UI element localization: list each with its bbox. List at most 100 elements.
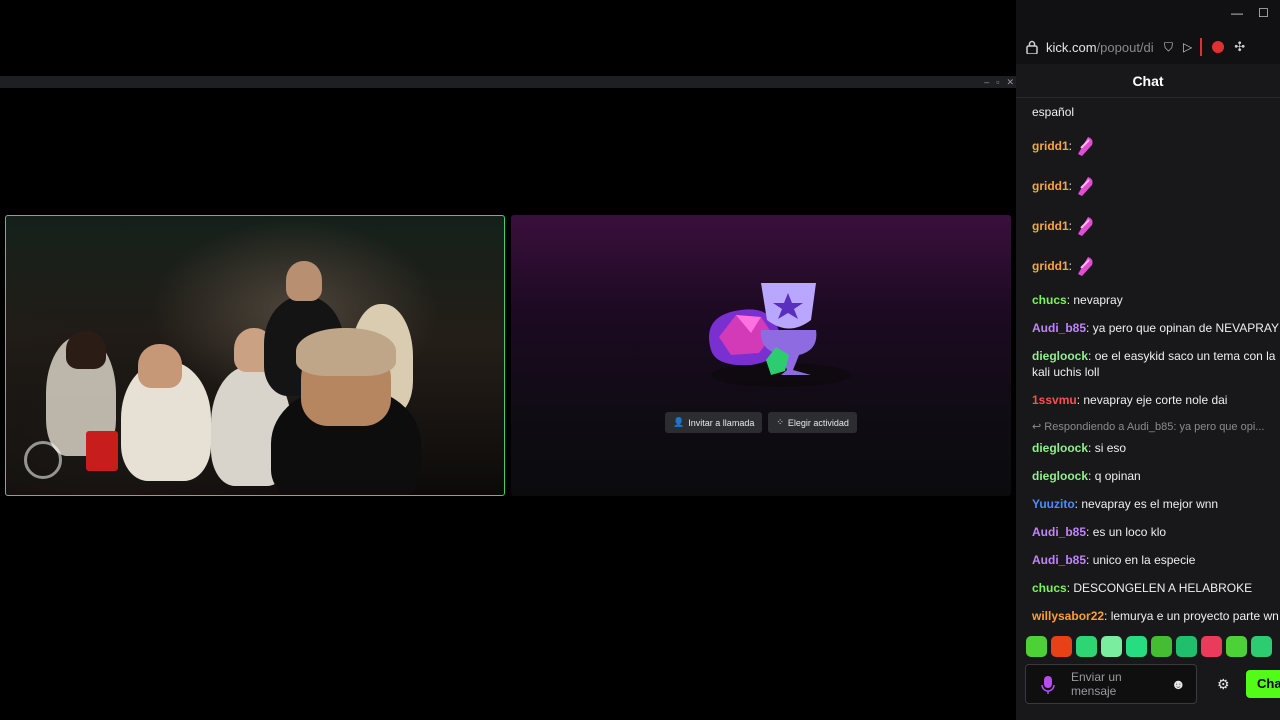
emoji-icon[interactable]: ☻ bbox=[1171, 676, 1186, 692]
red-cup bbox=[86, 431, 118, 471]
chat-username[interactable]: Audi_b85 bbox=[1032, 321, 1086, 335]
url-text[interactable]: kick.com/popout/di bbox=[1046, 40, 1156, 55]
chat-colon: : bbox=[1088, 349, 1095, 363]
chat-username[interactable]: Audi_b85 bbox=[1032, 525, 1086, 539]
invite-to-call-button[interactable]: 👤 Invitar a llamada bbox=[665, 412, 763, 433]
person-silhouette bbox=[66, 331, 106, 369]
pink-sticker-emote bbox=[1078, 217, 1093, 236]
chat-title: Chat bbox=[1016, 64, 1280, 98]
chat-username[interactable]: Audi_b85 bbox=[1032, 553, 1086, 567]
chat-message: chucs: DESCONGELEN A HELABROKE bbox=[1032, 574, 1280, 602]
chat-message: gridd1: bbox=[1032, 126, 1280, 166]
emote-button[interactable] bbox=[1126, 636, 1147, 657]
chat-message: diegloock: oe el easykid saco un tema co… bbox=[1032, 342, 1280, 386]
send-chat-button[interactable]: Chat bbox=[1246, 670, 1280, 698]
chat-username[interactable]: diegloock bbox=[1032, 441, 1088, 455]
chat-username[interactable]: willysabor22 bbox=[1032, 609, 1104, 623]
close-icon[interactable]: ✕ bbox=[1006, 77, 1014, 88]
pink-sticker-emote bbox=[1078, 177, 1093, 196]
chat-text: ya pero que opinan de NEVAPRAY bbox=[1092, 321, 1280, 335]
chat-username[interactable]: chucs bbox=[1032, 293, 1067, 307]
emote-button[interactable] bbox=[1176, 636, 1197, 657]
chat-message: Audi_b85: ya pero que opinan de NEVAPRAY bbox=[1032, 314, 1280, 342]
url-path: /popout/di bbox=[1096, 39, 1154, 55]
chat-username[interactable]: chucs bbox=[1032, 581, 1067, 595]
chat-colon: : bbox=[1086, 525, 1093, 539]
chat-message: diegloock: si eso bbox=[1032, 434, 1280, 462]
chat-message: willysabor22: lemurya e un proyecto part… bbox=[1032, 602, 1280, 628]
chat-colon: : bbox=[1086, 321, 1093, 335]
chat-message: gridd1: bbox=[1032, 166, 1280, 206]
reply-context: ↩ Respondiendo a Audi_b85: ya pero que o… bbox=[1032, 421, 1265, 433]
chat-username[interactable]: Yuuzito bbox=[1032, 497, 1075, 511]
invite-to-call-label: Invitar a llamada bbox=[688, 417, 755, 428]
address-bar[interactable]: kick.com/popout/di ⛉ ▷ ✣ bbox=[1016, 30, 1280, 64]
chat-username[interactable]: 1ssvmu bbox=[1032, 393, 1077, 407]
extensions-icon[interactable]: ✣ bbox=[1234, 39, 1245, 55]
lock-icon bbox=[1026, 40, 1038, 54]
separator-bar bbox=[1200, 38, 1203, 56]
emote-button[interactable] bbox=[1201, 636, 1222, 657]
apps-icon: ⁘ bbox=[776, 417, 784, 427]
streamer-logo-watermark bbox=[24, 441, 62, 479]
webcam-video-tile[interactable] bbox=[5, 215, 505, 496]
maximize-icon[interactable]: ☐ bbox=[1258, 6, 1269, 20]
add-person-icon: 👤 bbox=[673, 417, 685, 427]
person-silhouette bbox=[296, 328, 396, 376]
microphone-icon[interactable] bbox=[1041, 675, 1055, 695]
shield-icon[interactable]: ⛉ bbox=[1164, 40, 1173, 55]
chat-text: nevapray eje corte nole dai bbox=[1083, 393, 1228, 407]
chat-message: gridd1: bbox=[1032, 206, 1280, 246]
emote-button[interactable] bbox=[1226, 636, 1247, 657]
chat-text: lemurya e un proyecto parte wn bbox=[1110, 609, 1279, 623]
chat-message: chucs: nevapray bbox=[1032, 286, 1280, 314]
chat-username[interactable]: gridd1 bbox=[1032, 138, 1069, 154]
browser-titlebar: — ☐ bbox=[1016, 0, 1280, 30]
chat-username[interactable]: gridd1 bbox=[1032, 218, 1069, 234]
record-icon[interactable] bbox=[1212, 41, 1225, 53]
chat-colon: : bbox=[1086, 553, 1093, 567]
emote-button[interactable] bbox=[1251, 636, 1272, 657]
chat-popout-window: — ☐ kick.com/popout/di ⛉ ▷ ✣ Chat españo… bbox=[1016, 0, 1280, 720]
chat-text: nevapray es el mejor wnn bbox=[1081, 497, 1219, 511]
emote-button[interactable] bbox=[1076, 636, 1097, 657]
maximize-icon[interactable]: ▫ bbox=[996, 77, 999, 87]
pink-sticker-emote bbox=[1078, 257, 1093, 276]
chat-text: es un loco klo bbox=[1092, 525, 1167, 539]
chat-username[interactable]: diegloock bbox=[1032, 469, 1088, 483]
chat-message: español bbox=[1032, 98, 1280, 126]
chat-message: Audi_b85: unico en la especie bbox=[1032, 546, 1280, 574]
choose-activity-label: Elegir actividad bbox=[787, 417, 849, 428]
chat-colon: : bbox=[1104, 609, 1111, 623]
emote-button[interactable] bbox=[1051, 636, 1072, 657]
chat-input-placeholder: Enviar un mensaje bbox=[1071, 670, 1122, 698]
emote-button[interactable] bbox=[1101, 636, 1122, 657]
choose-activity-button[interactable]: ⁘ Elegir actividad bbox=[768, 412, 857, 433]
call-window-controls: – ▫ ✕ bbox=[984, 76, 1014, 88]
trophy-gems-icon bbox=[709, 283, 851, 387]
chat-username[interactable]: diegloock bbox=[1032, 349, 1088, 363]
chat-username[interactable]: gridd1 bbox=[1032, 178, 1069, 194]
chat-message: diegloock: q opinan bbox=[1032, 462, 1280, 490]
emote-button[interactable] bbox=[1026, 636, 1047, 657]
chat-input[interactable]: Enviar un mensaje ☻ bbox=[1025, 664, 1197, 704]
activity-tile: 👤 Invitar a llamada ⁘ Elegir actividad bbox=[511, 215, 1011, 496]
minimize-icon[interactable]: — bbox=[1231, 6, 1243, 20]
call-window-titlebar: – ▫ ✕ bbox=[0, 76, 1016, 88]
emote-button[interactable] bbox=[1151, 636, 1172, 657]
chat-text: q opinan bbox=[1094, 469, 1141, 483]
settings-gear-icon[interactable]: ⚙ bbox=[1217, 676, 1230, 693]
chat-text: nevapray bbox=[1073, 293, 1123, 307]
pink-sticker-emote bbox=[1078, 137, 1093, 156]
send-icon[interactable]: ▷ bbox=[1183, 40, 1192, 54]
minimize-icon[interactable]: – bbox=[984, 77, 989, 87]
chat-message: Audi_b85: es un loco klo bbox=[1032, 518, 1280, 546]
chat-text: si eso bbox=[1094, 441, 1127, 455]
chat-message-list[interactable]: español gridd1: gridd1: gridd1: gridd1: c… bbox=[1032, 98, 1280, 628]
url-domain: kick.com bbox=[1046, 39, 1097, 55]
chat-message: Yuuzito: nevapray es el mejor wnn bbox=[1032, 490, 1280, 518]
emote-bar bbox=[1026, 636, 1280, 657]
chat-text: DESCONGELEN A HELABROKE bbox=[1073, 581, 1253, 595]
chat-colon: : bbox=[1088, 441, 1095, 455]
chat-username[interactable]: gridd1 bbox=[1032, 258, 1069, 274]
